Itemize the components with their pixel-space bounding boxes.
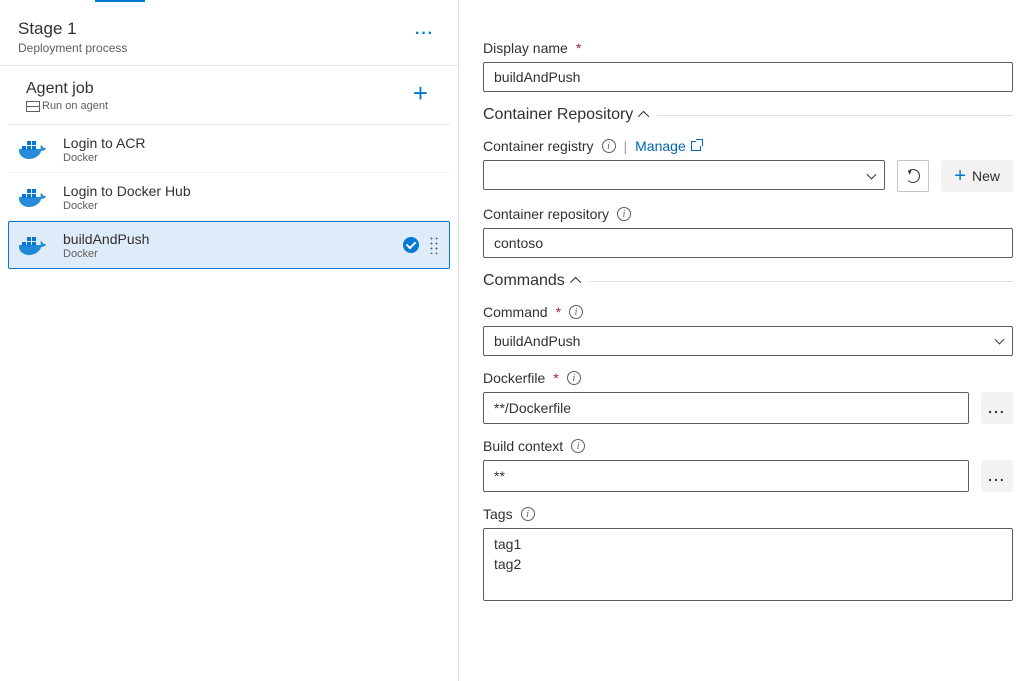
- browse-button[interactable]: ...: [981, 460, 1013, 492]
- dockerfile-input[interactable]: [483, 392, 969, 424]
- required-marker: *: [556, 304, 561, 320]
- docker-icon: [19, 134, 49, 164]
- tasks-panel: Stage 1 Deployment process ··· Agent job…: [0, 0, 459, 681]
- ellipsis-icon: ...: [988, 468, 1006, 484]
- separator: |: [624, 138, 628, 154]
- server-icon: [26, 101, 38, 111]
- task-title: Login to Docker Hub: [63, 183, 439, 199]
- info-icon[interactable]: [569, 305, 583, 319]
- info-icon[interactable]: [602, 139, 616, 153]
- stage-header[interactable]: Stage 1 Deployment process ···: [0, 5, 458, 66]
- task-subtitle: Docker: [63, 200, 439, 212]
- docker-icon: [19, 230, 49, 260]
- required-marker: *: [576, 40, 581, 56]
- info-icon[interactable]: [567, 371, 581, 385]
- add-task-button[interactable]: +: [409, 80, 432, 106]
- stage-title: Stage 1: [18, 19, 127, 39]
- plus-icon: +: [954, 166, 966, 186]
- stage-menu-icon[interactable]: ···: [409, 19, 440, 49]
- refresh-button[interactable]: [897, 160, 929, 192]
- container-registry-input[interactable]: [483, 160, 885, 190]
- manage-link[interactable]: Manage: [635, 138, 701, 154]
- tags-textarea[interactable]: tag1 tag2: [483, 528, 1013, 601]
- section-title: Commands: [483, 272, 565, 290]
- ellipsis-icon: ...: [988, 400, 1006, 416]
- task-item-login-dockerhub[interactable]: Login to Docker Hub Docker: [8, 173, 450, 221]
- build-context-label: Build context: [483, 438, 563, 454]
- container-registry-select[interactable]: [483, 160, 885, 192]
- command-label: Command: [483, 304, 548, 320]
- task-item-login-acr[interactable]: Login to ACR Docker: [8, 125, 450, 173]
- info-icon[interactable]: [617, 207, 631, 221]
- stage-subtitle: Deployment process: [18, 41, 127, 55]
- drag-handle-icon[interactable]: [429, 236, 439, 254]
- task-subtitle: Docker: [63, 248, 389, 260]
- command-input[interactable]: [483, 326, 1013, 356]
- job-title: Agent job: [26, 80, 108, 98]
- section-title: Container Repository: [483, 106, 633, 124]
- container-repository-label: Container repository: [483, 206, 609, 222]
- task-subtitle: Docker: [63, 152, 439, 164]
- docker-icon: [19, 182, 49, 212]
- task-list: Login to ACR Docker Login to Docker Hub …: [0, 125, 458, 269]
- enabled-badge-icon[interactable]: [403, 237, 419, 253]
- section-commands[interactable]: Commands: [483, 272, 1013, 290]
- new-button-label: New: [972, 168, 1000, 184]
- dockerfile-label: Dockerfile: [483, 370, 545, 386]
- refresh-icon: [906, 169, 920, 183]
- external-link-icon: [691, 141, 701, 151]
- build-context-input[interactable]: [483, 460, 969, 492]
- active-tab-indicator: [95, 0, 145, 2]
- display-name-input[interactable]: [483, 62, 1013, 92]
- agent-job-header[interactable]: Agent job Run on agent +: [8, 66, 450, 125]
- divider: [589, 281, 1013, 282]
- tags-label: Tags: [483, 506, 513, 522]
- browse-button[interactable]: ...: [981, 392, 1013, 424]
- divider: [657, 115, 1013, 116]
- chevron-up-icon: [638, 111, 649, 122]
- task-item-buildandpush[interactable]: buildAndPush Docker: [8, 221, 450, 269]
- chevron-up-icon: [570, 277, 581, 288]
- new-button[interactable]: + New: [941, 160, 1013, 192]
- display-name-label: Display name: [483, 40, 568, 56]
- info-icon[interactable]: [571, 439, 585, 453]
- container-repository-input[interactable]: [483, 228, 1013, 258]
- job-subtitle-text: Run on agent: [42, 100, 108, 112]
- manage-link-text: Manage: [635, 138, 686, 154]
- info-icon[interactable]: [521, 507, 535, 521]
- required-marker: *: [553, 370, 558, 386]
- container-registry-label: Container registry: [483, 138, 594, 154]
- task-details-panel: Display name * Container Repository Cont…: [459, 0, 1033, 681]
- job-subtitle: Run on agent: [26, 100, 108, 112]
- section-container-repository[interactable]: Container Repository: [483, 106, 1013, 124]
- task-title: buildAndPush: [63, 231, 389, 247]
- task-title: Login to ACR: [63, 135, 439, 151]
- command-select[interactable]: [483, 326, 1013, 356]
